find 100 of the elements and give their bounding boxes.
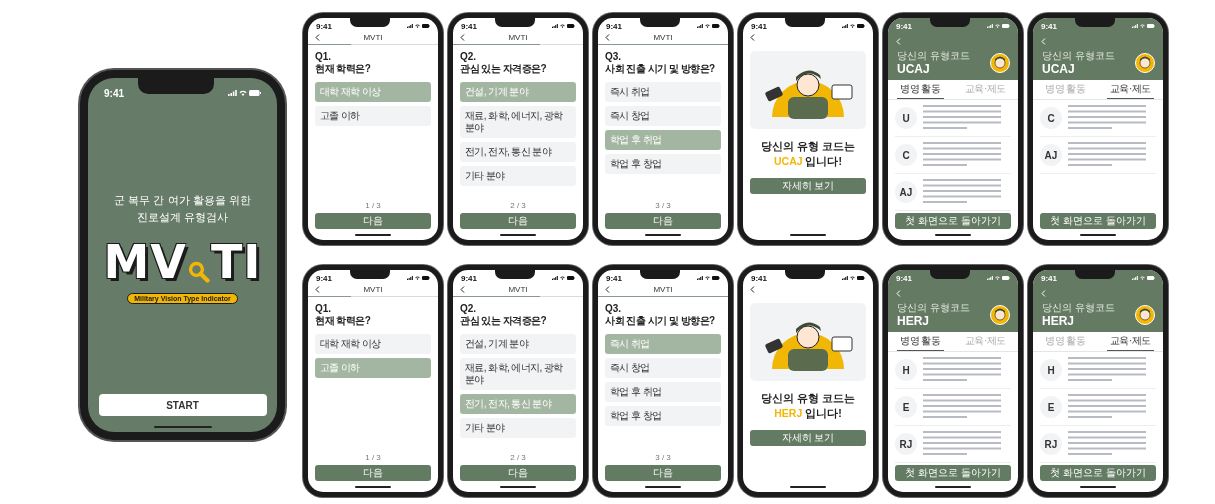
answer-option[interactable]: 대학 재학 이상 <box>315 334 431 354</box>
question-text: 사회 진출 시기 및 방향은? <box>605 63 716 75</box>
status-time: 9:41 <box>1041 21 1057 31</box>
status-time: 9:41 <box>606 273 622 283</box>
details-button[interactable]: 자세히 보기 <box>750 430 866 447</box>
back-icon[interactable] <box>315 286 320 293</box>
home-button[interactable]: 첫 화면으로 돌아가기 <box>895 213 1011 229</box>
type-code: UCAJ <box>897 62 931 77</box>
subtitle: 군 복무 간 여가 활용을 위한 진로설계 유형검사 <box>114 193 251 225</box>
answer-option[interactable]: 학업 후 창업 <box>605 406 721 426</box>
tab[interactable]: 병영 활동 <box>897 332 944 352</box>
answer-option[interactable]: 재료, 화학, 에너지, 광학 분야 <box>460 106 576 138</box>
home-button[interactable]: 첫 화면으로 돌아가기 <box>1040 465 1156 481</box>
type-code: HERJ <box>1042 314 1075 329</box>
wifi-icon <box>850 24 855 28</box>
back-icon[interactable] <box>460 286 465 293</box>
tab[interactable]: 교육·제도 <box>1106 80 1154 100</box>
back-icon[interactable] <box>460 34 465 41</box>
start-button[interactable]: START <box>98 394 267 416</box>
signal-icon <box>1132 276 1138 280</box>
next-button[interactable]: 다음 <box>605 213 721 229</box>
camera-notch <box>784 270 825 279</box>
back-icon[interactable] <box>605 34 610 41</box>
next-button[interactable]: 다음 <box>315 465 431 481</box>
signal-icon <box>407 276 413 280</box>
details-button[interactable]: 자세히 보기 <box>750 178 866 195</box>
tab[interactable]: 교육·제도 <box>1106 332 1154 352</box>
camera-notch <box>494 270 535 279</box>
type-code-caption: 당신의 유형코드 <box>1042 50 1115 62</box>
back-icon[interactable] <box>750 33 755 41</box>
answer-option[interactable]: 기타 분야 <box>460 166 576 186</box>
next-button[interactable]: 다음 <box>315 213 431 229</box>
home-button[interactable]: 첫 화면으로 돌아가기 <box>1040 213 1156 229</box>
next-button[interactable]: 다음 <box>460 213 576 229</box>
wifi-icon <box>560 276 565 280</box>
type-code: HERJ <box>897 314 930 329</box>
question-number: Q1. <box>315 303 333 315</box>
answer-option[interactable]: 즉시 창업 <box>605 358 721 378</box>
tab[interactable]: 병영 활동 <box>897 80 944 100</box>
logo-text: MV <box>103 239 187 285</box>
status-time: 9:41 <box>751 21 767 31</box>
back-icon[interactable] <box>605 286 610 293</box>
battery-icon <box>857 24 865 28</box>
signal-icon <box>697 276 703 280</box>
answer-option[interactable]: 즉시 취업 <box>605 82 721 102</box>
question-number: Q2. <box>460 303 478 315</box>
signal-icon <box>987 24 993 28</box>
tab[interactable]: 병영 활동 <box>1042 80 1089 100</box>
battery-icon <box>1002 276 1010 280</box>
battery-icon <box>712 276 720 280</box>
home-button[interactable]: 첫 화면으로 돌아가기 <box>895 465 1011 481</box>
page-indicator: 3 / 3 <box>654 453 672 462</box>
screen-title: MVTI <box>653 33 673 42</box>
wifi-icon <box>1140 276 1145 280</box>
status-time: 9:41 <box>1041 273 1057 283</box>
signal-icon <box>987 276 993 280</box>
magnifier-icon <box>187 261 210 283</box>
screen-title: MVTI <box>363 33 383 42</box>
battery-icon <box>857 276 865 280</box>
type-letter-badge: RJ <box>1040 433 1062 456</box>
status-time: 9:41 <box>461 21 477 31</box>
wifi-icon <box>415 24 420 28</box>
signal-icon <box>228 90 237 96</box>
answer-option[interactable]: 학업 후 창업 <box>605 154 721 174</box>
type-letter-badge: H <box>1040 359 1062 382</box>
answer-option[interactable]: 고졸 이하 <box>315 106 431 126</box>
question-number: Q3. <box>605 303 623 315</box>
back-icon[interactable] <box>750 285 755 293</box>
type-letter-badge: C <box>895 144 917 167</box>
next-button[interactable]: 다음 <box>460 465 576 481</box>
signal-icon <box>552 276 558 280</box>
wifi-icon <box>995 276 1000 280</box>
camera-notch <box>639 18 680 27</box>
answer-option[interactable]: 건설, 기계 분야 <box>460 334 576 354</box>
question-number: Q2. <box>460 51 478 63</box>
battery-icon <box>567 276 575 280</box>
screen-title: MVTI <box>508 285 528 294</box>
wifi-icon <box>995 24 1000 28</box>
tab[interactable]: 교육·제도 <box>961 80 1009 100</box>
camera-notch <box>1074 18 1115 27</box>
type-letter-badge: AJ <box>895 181 917 204</box>
result-message: 당신의 유형 코드는 UCAJ 입니다! <box>760 139 856 170</box>
logo-text: TI <box>210 239 262 285</box>
type-letter-badge: AJ <box>1040 144 1062 167</box>
back-icon[interactable] <box>315 34 320 41</box>
next-button[interactable]: 다음 <box>605 465 721 481</box>
type-letter-badge: E <box>895 396 917 419</box>
answer-option[interactable]: 기타 분야 <box>460 418 576 438</box>
screen-title: MVTI <box>508 33 528 42</box>
answer-option[interactable]: 전기, 전자, 통신 분야 <box>460 142 576 162</box>
screen-title: MVTI <box>363 285 383 294</box>
answer-option[interactable]: 재료, 화학, 에너지, 광학 분야 <box>460 358 576 390</box>
tab[interactable]: 병영 활동 <box>1042 332 1089 352</box>
type-letter-badge: C <box>1040 107 1062 130</box>
tab[interactable]: 교육·제도 <box>961 332 1009 352</box>
camera-notch <box>929 18 970 27</box>
answer-option[interactable]: 즉시 창업 <box>605 106 721 126</box>
answer-option[interactable]: 학업 후 취업 <box>605 382 721 402</box>
status-time: 9:41 <box>606 21 622 31</box>
question-number: Q1. <box>315 51 333 63</box>
